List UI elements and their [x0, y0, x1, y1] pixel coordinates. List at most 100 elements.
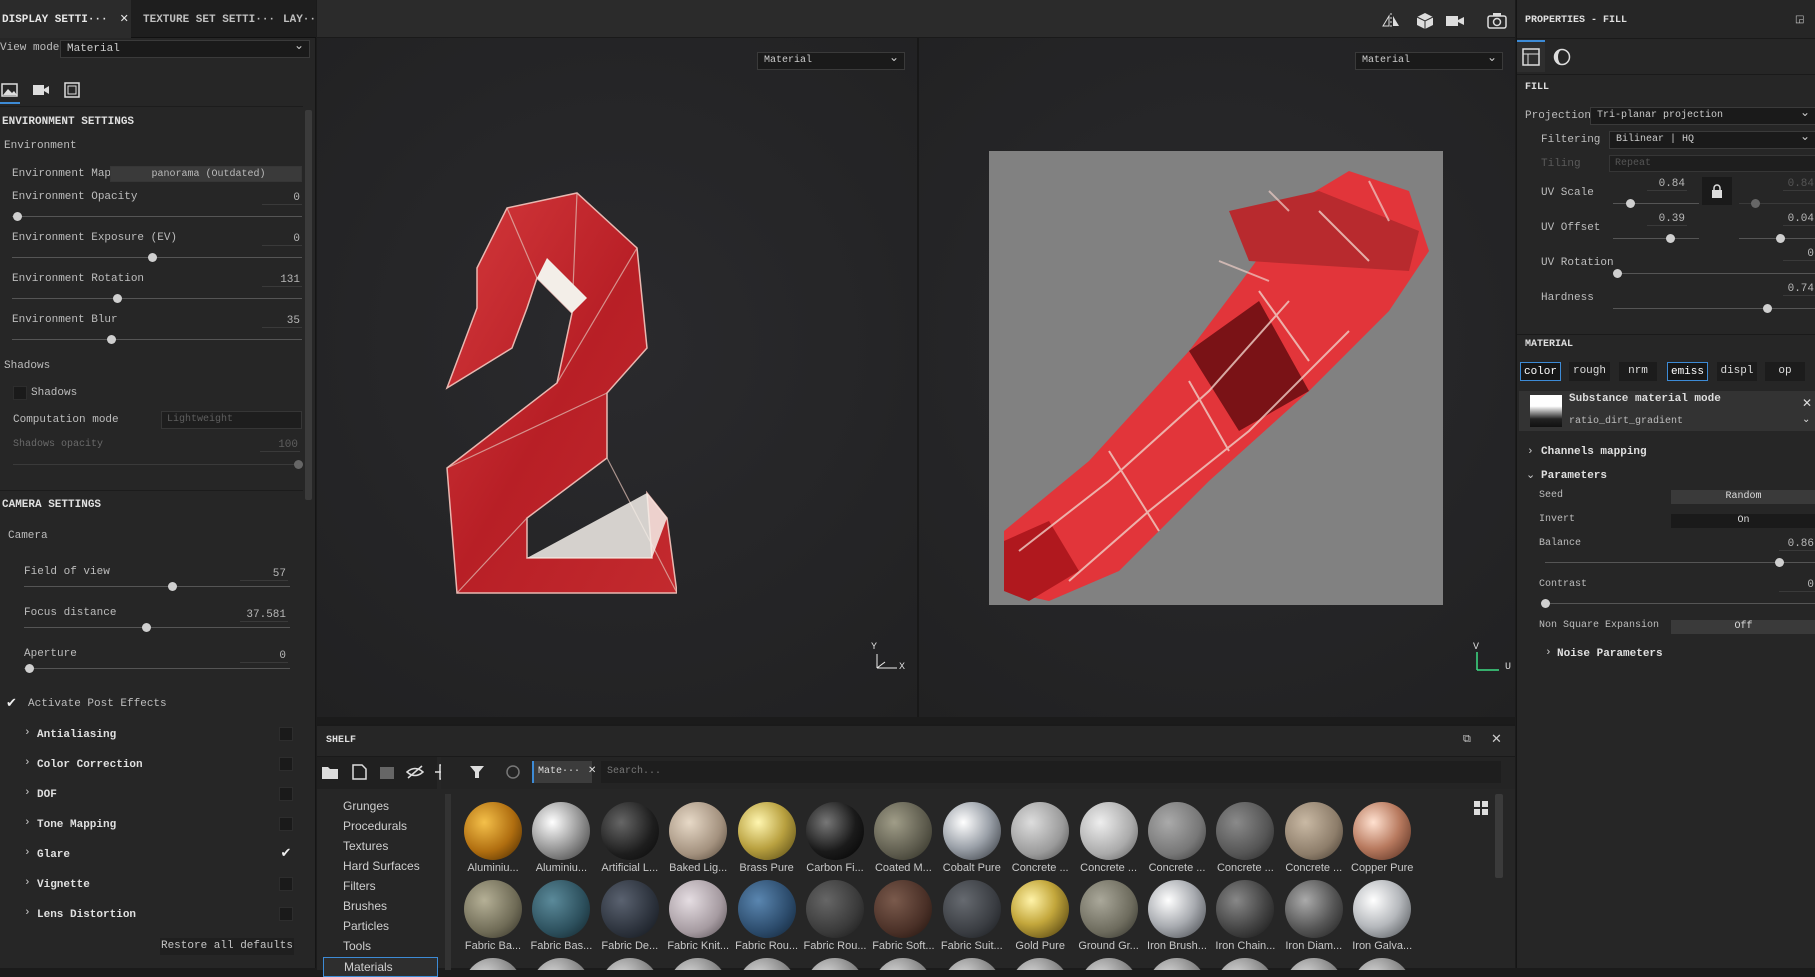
- material-thumbnail[interactable]: [1284, 802, 1343, 860]
- camera-slider-knob[interactable]: [168, 582, 177, 591]
- shelf-category-item[interactable]: Brushes: [343, 899, 387, 913]
- effect-toggle[interactable]: Vignette: [37, 879, 90, 891]
- material-thumbnail[interactable]: [1079, 802, 1138, 860]
- contrast-slider[interactable]: [1545, 603, 1815, 604]
- tab-layers[interactable]: LAY···: [283, 0, 316, 38]
- image-icon[interactable]: [0, 77, 20, 104]
- filter-icon[interactable]: [469, 764, 485, 784]
- close-shelf-icon[interactable]: ✕: [1491, 732, 1502, 747]
- material-thumbnail[interactable]: [1011, 958, 1070, 970]
- seed-button[interactable]: Random: [1671, 490, 1815, 504]
- material-thumbnail[interactable]: [1353, 880, 1412, 938]
- uv-rotation-knob[interactable]: [1613, 269, 1622, 278]
- uv-scale-value[interactable]: 0.84: [1647, 178, 1687, 191]
- view-mode-select[interactable]: Material: [60, 38, 310, 58]
- uv-rotation-value[interactable]: 0: [1783, 248, 1815, 261]
- shelf-category-item[interactable]: Textures: [343, 839, 388, 853]
- effect-toggle[interactable]: Antialiasing: [37, 729, 116, 741]
- shelf-category-item[interactable]: Procedurals: [343, 819, 407, 833]
- video-camera-icon[interactable]: [1445, 14, 1465, 32]
- screenshot-camera-icon[interactable]: [1487, 12, 1507, 34]
- material-thumbnail[interactable]: [1216, 880, 1275, 938]
- material-thumbnail[interactable]: [1216, 958, 1275, 970]
- camera-slider-knob[interactable]: [25, 664, 34, 673]
- material-thumbnail[interactable]: [1148, 958, 1206, 970]
- substance-name[interactable]: ratio_dirt_gradient: [1569, 416, 1683, 427]
- env-slider-knob[interactable]: [147, 253, 157, 262]
- effect-toggle[interactable]: Color Correction: [37, 759, 143, 771]
- effect-checkbox[interactable]: [279, 877, 293, 891]
- material-thumbnail[interactable]: [600, 802, 659, 860]
- camera-slider-value[interactable]: 57: [240, 568, 288, 581]
- hide-icon[interactable]: [405, 764, 425, 784]
- uv-offset-slider[interactable]: [1613, 238, 1699, 239]
- env-slider-value[interactable]: 0: [262, 233, 302, 246]
- material-thumbnail[interactable]: [737, 802, 796, 860]
- close-icon[interactable]: ✕: [120, 14, 129, 26]
- env-slider-track[interactable]: [12, 298, 302, 299]
- chevron-right-icon[interactable]: ›: [24, 787, 31, 799]
- effect-checkbox[interactable]: [279, 727, 293, 741]
- uv-scale-knob[interactable]: [1626, 199, 1636, 208]
- camera-icon[interactable]: [32, 83, 50, 101]
- effect-checkbox[interactable]: [279, 817, 293, 831]
- effect-checkbox[interactable]: [279, 907, 293, 921]
- env-slider-track[interactable]: [12, 339, 302, 340]
- chevron-right-icon[interactable]: ›: [1527, 446, 1534, 458]
- material-thumbnail[interactable]: [1353, 802, 1412, 860]
- material-thumbnail[interactable]: [1148, 880, 1206, 938]
- material-thumbnail[interactable]: [669, 880, 728, 938]
- material-thumbnail[interactable]: [874, 802, 933, 860]
- material-thumbnail[interactable]: [1011, 802, 1070, 860]
- effect-toggle[interactable]: DOF: [37, 789, 57, 801]
- chevron-down-icon[interactable]: ⌄: [1802, 414, 1810, 426]
- shelf-category-item[interactable]: Hard Surfaces: [343, 859, 420, 873]
- remove-substance-icon[interactable]: ✕: [1802, 396, 1812, 411]
- new-folder-icon[interactable]: [351, 764, 367, 784]
- env-slider-value[interactable]: 0: [262, 192, 302, 205]
- env-map-field[interactable]: panorama (Outdated): [110, 166, 302, 182]
- material-thumbnail[interactable]: [532, 880, 591, 938]
- 3d-view-mode-select[interactable]: Material: [757, 50, 905, 70]
- invert-toggle[interactable]: On: [1671, 514, 1815, 528]
- material-thumbnail[interactable]: [532, 802, 591, 860]
- maximize-icon[interactable]: ⧉: [1463, 734, 1471, 746]
- env-slider-track[interactable]: [12, 257, 302, 258]
- shadows-checkbox[interactable]: [13, 386, 27, 400]
- shelf-search-input[interactable]: Search...: [601, 761, 1501, 783]
- channel-button[interactable]: displ: [1717, 362, 1757, 381]
- filtering-select[interactable]: Bilinear | HQ: [1609, 129, 1815, 149]
- computation-mode-field[interactable]: Lightweight: [161, 411, 302, 429]
- material-thumbnail[interactable]: [942, 880, 1001, 938]
- hardness-knob[interactable]: [1763, 304, 1773, 313]
- parameters-toggle[interactable]: Parameters: [1541, 470, 1607, 482]
- balance-value[interactable]: 0.86: [1779, 538, 1815, 551]
- uv-rotation-slider[interactable]: [1617, 273, 1815, 274]
- material-thumbnail[interactable]: [600, 958, 659, 970]
- material-thumbnail[interactable]: [600, 880, 659, 938]
- contrast-value[interactable]: 0: [1779, 579, 1815, 592]
- lock-icon[interactable]: [1702, 177, 1732, 205]
- channel-button[interactable]: color: [1520, 362, 1561, 381]
- camera-slider-track[interactable]: [24, 627, 290, 628]
- material-thumbnail[interactable]: [874, 880, 933, 938]
- material-thumbnail[interactable]: [464, 802, 522, 860]
- shelf-category-item[interactable]: Particles: [343, 919, 389, 933]
- tab-texture-set-settings[interactable]: TEXTURE SET SETTI···: [143, 0, 275, 38]
- material-thumbnail[interactable]: [464, 958, 522, 970]
- uv-offset-value[interactable]: 0.39: [1647, 213, 1687, 226]
- channel-button[interactable]: rough: [1569, 362, 1610, 381]
- material-thumbnail[interactable]: [1011, 880, 1070, 938]
- chevron-right-icon[interactable]: ›: [1545, 647, 1552, 659]
- effect-checkbox[interactable]: ✔: [279, 847, 293, 861]
- material-thumbnail[interactable]: [1079, 880, 1138, 938]
- shelf-category-item[interactable]: Filters: [343, 879, 376, 893]
- balance-knob[interactable]: [1775, 558, 1784, 567]
- material-thumbnail[interactable]: [737, 880, 796, 938]
- material-thumbnail[interactable]: [1353, 958, 1412, 970]
- dock-icon[interactable]: ◲: [1795, 14, 1804, 26]
- material-thumbnail[interactable]: [806, 958, 864, 970]
- channels-mapping-toggle[interactable]: Channels mapping: [1541, 446, 1647, 458]
- material-thumbnail[interactable]: [942, 958, 1001, 970]
- chevron-right-icon[interactable]: ›: [24, 727, 31, 739]
